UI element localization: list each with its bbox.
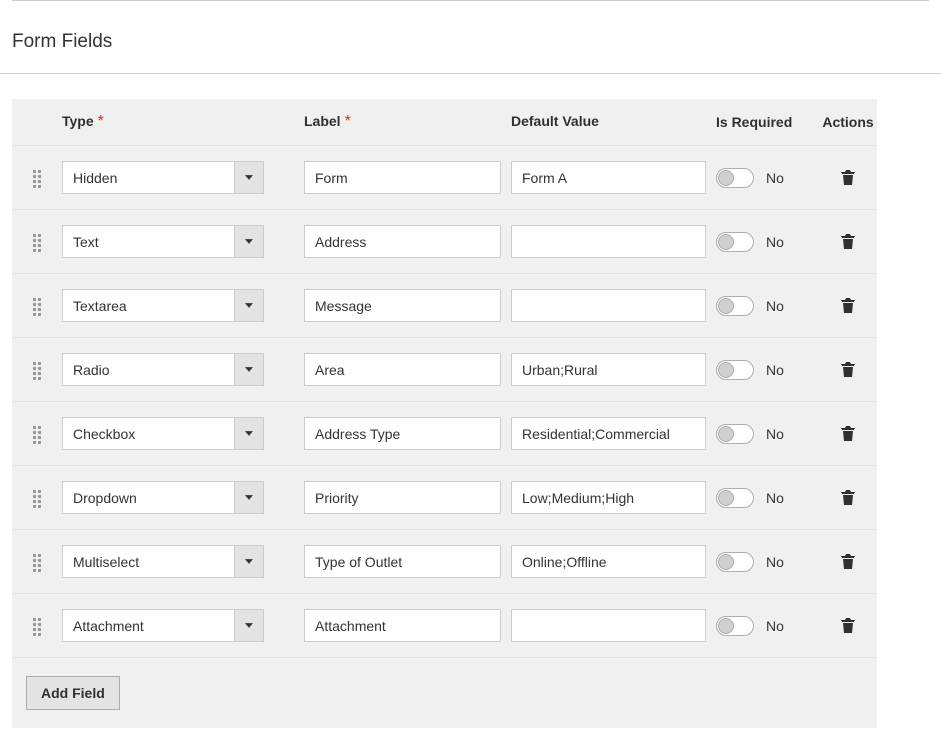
delete-icon[interactable] — [841, 169, 855, 186]
label-input[interactable] — [304, 481, 501, 514]
required-toggle[interactable] — [716, 168, 754, 188]
chevron-down-icon[interactable] — [234, 417, 264, 450]
default-value-input[interactable] — [511, 545, 706, 578]
type-select[interactable]: Hidden — [62, 161, 264, 194]
delete-icon[interactable] — [841, 297, 855, 314]
required-toggle[interactable] — [716, 296, 754, 316]
required-toggle[interactable] — [716, 616, 754, 636]
label-input[interactable] — [304, 161, 501, 194]
label-input[interactable] — [304, 545, 501, 578]
header-type: Type — [62, 113, 94, 129]
table-row: Multiselect No — [12, 529, 877, 593]
toggle-label: No — [766, 170, 784, 186]
section-title: Form Fields — [0, 21, 941, 74]
drag-handle-icon[interactable] — [33, 618, 41, 634]
type-select[interactable]: Multiselect — [62, 545, 264, 578]
type-select[interactable]: Attachment — [62, 609, 264, 642]
toggle-label: No — [766, 234, 784, 250]
chevron-down-icon[interactable] — [234, 161, 264, 194]
toggle-label: No — [766, 490, 784, 506]
required-toggle[interactable] — [716, 360, 754, 380]
add-field-button[interactable]: Add Field — [26, 676, 120, 710]
header-actions: Actions — [822, 114, 873, 130]
default-value-input[interactable] — [511, 289, 706, 322]
type-select[interactable]: Textarea — [62, 289, 264, 322]
drag-handle-icon[interactable] — [33, 426, 41, 442]
default-value-input[interactable] — [511, 609, 706, 642]
delete-icon[interactable] — [841, 425, 855, 442]
toggle-label: No — [766, 362, 784, 378]
header-label: Label — [304, 113, 341, 129]
chevron-down-icon[interactable] — [234, 481, 264, 514]
table-row: Text No — [12, 209, 877, 273]
toggle-label: No — [766, 554, 784, 570]
toggle-label: No — [766, 298, 784, 314]
drag-handle-icon[interactable] — [33, 362, 41, 378]
table-footer: Add Field — [12, 657, 877, 728]
type-select[interactable]: Checkbox — [62, 417, 264, 450]
default-value-input[interactable] — [511, 481, 706, 514]
label-input[interactable] — [304, 353, 501, 386]
table-row: Hidden No — [12, 145, 877, 209]
delete-icon[interactable] — [841, 617, 855, 634]
default-value-input[interactable] — [511, 225, 706, 258]
chevron-down-icon[interactable] — [234, 353, 264, 386]
chevron-down-icon[interactable] — [234, 225, 264, 258]
drag-handle-icon[interactable] — [33, 298, 41, 314]
delete-icon[interactable] — [841, 233, 855, 250]
drag-handle-icon[interactable] — [33, 170, 41, 186]
label-input[interactable] — [304, 609, 501, 642]
delete-icon[interactable] — [841, 489, 855, 506]
chevron-down-icon[interactable] — [234, 609, 264, 642]
default-value-input[interactable] — [511, 161, 706, 194]
chevron-down-icon[interactable] — [234, 289, 264, 322]
type-select[interactable]: Dropdown — [62, 481, 264, 514]
required-asterisk: * — [345, 113, 351, 130]
label-input[interactable] — [304, 225, 501, 258]
default-value-input[interactable] — [511, 417, 706, 450]
type-select[interactable]: Radio — [62, 353, 264, 386]
table-row: Checkbox No — [12, 401, 877, 465]
table-row: Textarea No — [12, 273, 877, 337]
table-row: Attachment No — [12, 593, 877, 657]
toggle-label: No — [766, 618, 784, 634]
drag-handle-icon[interactable] — [33, 490, 41, 506]
label-input[interactable] — [304, 289, 501, 322]
delete-icon[interactable] — [841, 553, 855, 570]
required-toggle[interactable] — [716, 552, 754, 572]
drag-handle-icon[interactable] — [33, 234, 41, 250]
required-toggle[interactable] — [716, 232, 754, 252]
drag-handle-icon[interactable] — [33, 554, 41, 570]
table-row: Dropdown No — [12, 465, 877, 529]
required-toggle[interactable] — [716, 488, 754, 508]
delete-icon[interactable] — [841, 361, 855, 378]
table-row: Radio No — [12, 337, 877, 401]
header-is-required: Is Required — [716, 114, 792, 130]
header-default-value: Default Value — [511, 113, 599, 129]
table-header-row: Type* Label* Default Value Is Required A… — [12, 99, 877, 145]
form-fields-table: Type* Label* Default Value Is Required A… — [12, 99, 877, 728]
chevron-down-icon[interactable] — [234, 545, 264, 578]
toggle-label: No — [766, 426, 784, 442]
type-select[interactable]: Text — [62, 225, 264, 258]
required-asterisk: * — [98, 113, 104, 130]
required-toggle[interactable] — [716, 424, 754, 444]
default-value-input[interactable] — [511, 353, 706, 386]
label-input[interactable] — [304, 417, 501, 450]
